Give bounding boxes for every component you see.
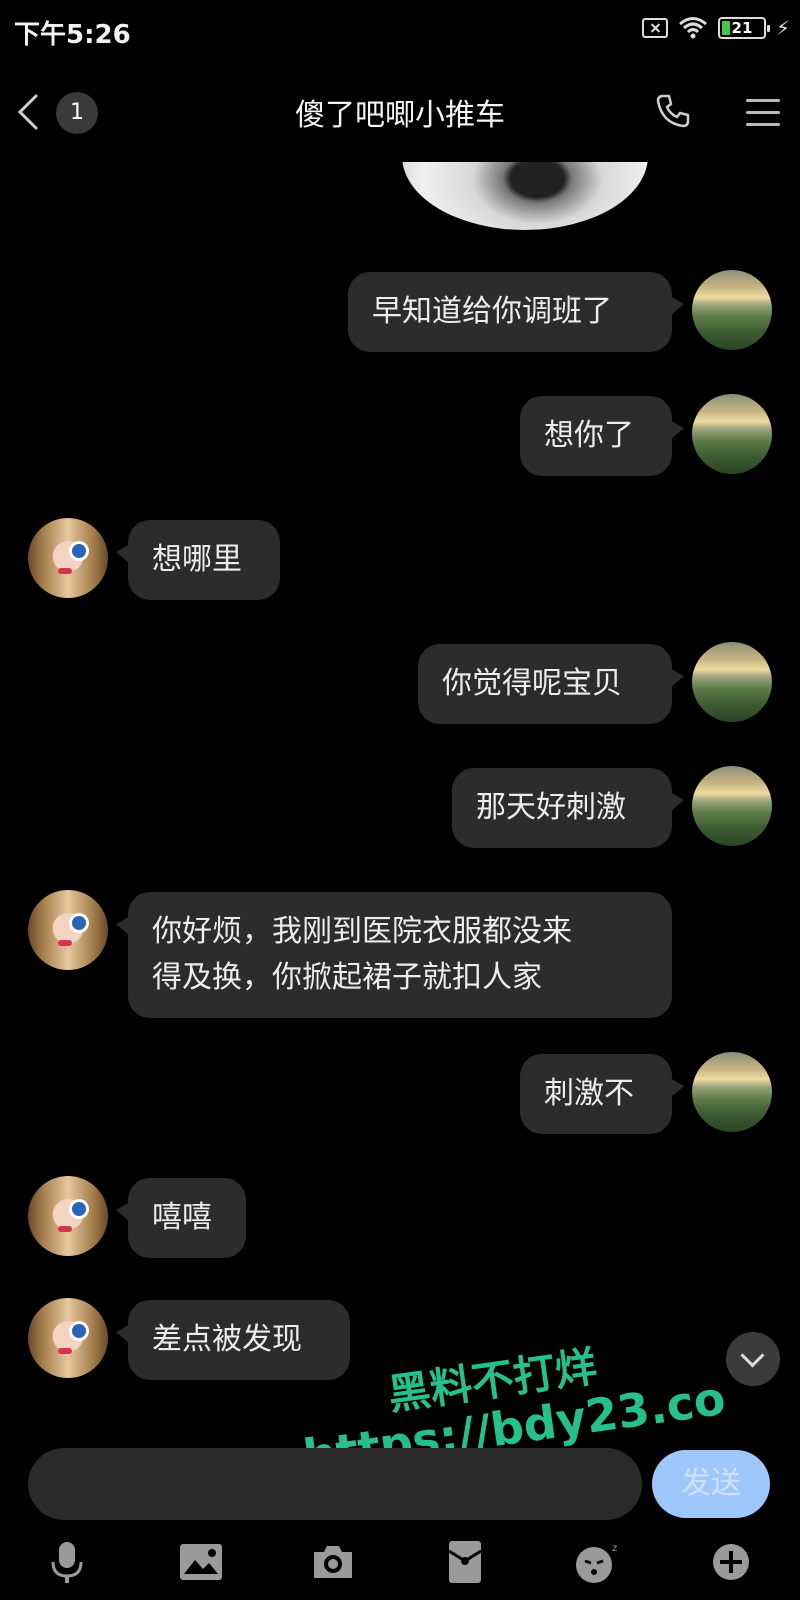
my-avatar[interactable] [692,1052,772,1132]
phone-icon[interactable] [654,92,692,130]
send-button[interactable]: 发送 [652,1450,770,1518]
contact-avatar[interactable] [28,518,108,598]
status-bar: 下午5:26 21 ⚡ [0,0,800,60]
message-bubble[interactable]: 嘻嘻 [116,1178,246,1258]
message-bubble[interactable]: 你好烦，我刚到医院衣服都没来 得及换，你掀起裙子就扣人家 [116,892,672,1018]
message-bubble[interactable]: 早知道给你调班了 [348,272,684,352]
battery-icon: 21 [717,17,770,39]
microphone-icon[interactable] [40,1535,94,1589]
hamburger-menu-icon[interactable] [728,84,798,140]
red-packet-icon[interactable] [438,1535,492,1589]
my-avatar[interactable] [692,766,772,846]
message-bubble[interactable]: 你觉得呢宝贝 [418,644,684,724]
my-avatar[interactable] [692,394,772,474]
my-avatar[interactable] [692,270,772,350]
message-bubble[interactable]: 那天好刺激 [452,768,684,848]
status-icons: 21 ⚡ [641,16,790,40]
message-bubble[interactable]: 差点被发现 [116,1300,350,1380]
contact-avatar[interactable] [28,1298,108,1378]
emoji-icon[interactable]: z [570,1535,624,1589]
scroll-to-bottom-button[interactable] [726,1332,780,1386]
wifi-icon [678,17,707,39]
sim-off-icon [641,18,668,38]
message-bubble[interactable]: 刺激不 [520,1054,684,1134]
chat-header: 1 傻了吧唧小推车 [0,62,800,162]
svg-text:z: z [612,1543,617,1554]
status-time: 下午5:26 [14,20,131,50]
input-toolbar: z [0,1535,800,1595]
message-bubble[interactable]: 想哪里 [116,520,280,600]
battery-level: 21 [731,19,753,37]
contact-avatar[interactable] [28,890,108,970]
camera-icon[interactable] [306,1535,360,1589]
image-icon[interactable] [174,1535,228,1589]
contact-avatar[interactable] [28,1176,108,1256]
my-avatar[interactable] [692,642,772,722]
message-bubble[interactable]: 想你了 [520,396,684,476]
charging-bolt-icon: ⚡ [775,16,790,40]
image-message-thumbnail[interactable] [402,162,648,230]
message-input[interactable] [28,1448,642,1520]
plus-icon[interactable] [704,1535,758,1589]
